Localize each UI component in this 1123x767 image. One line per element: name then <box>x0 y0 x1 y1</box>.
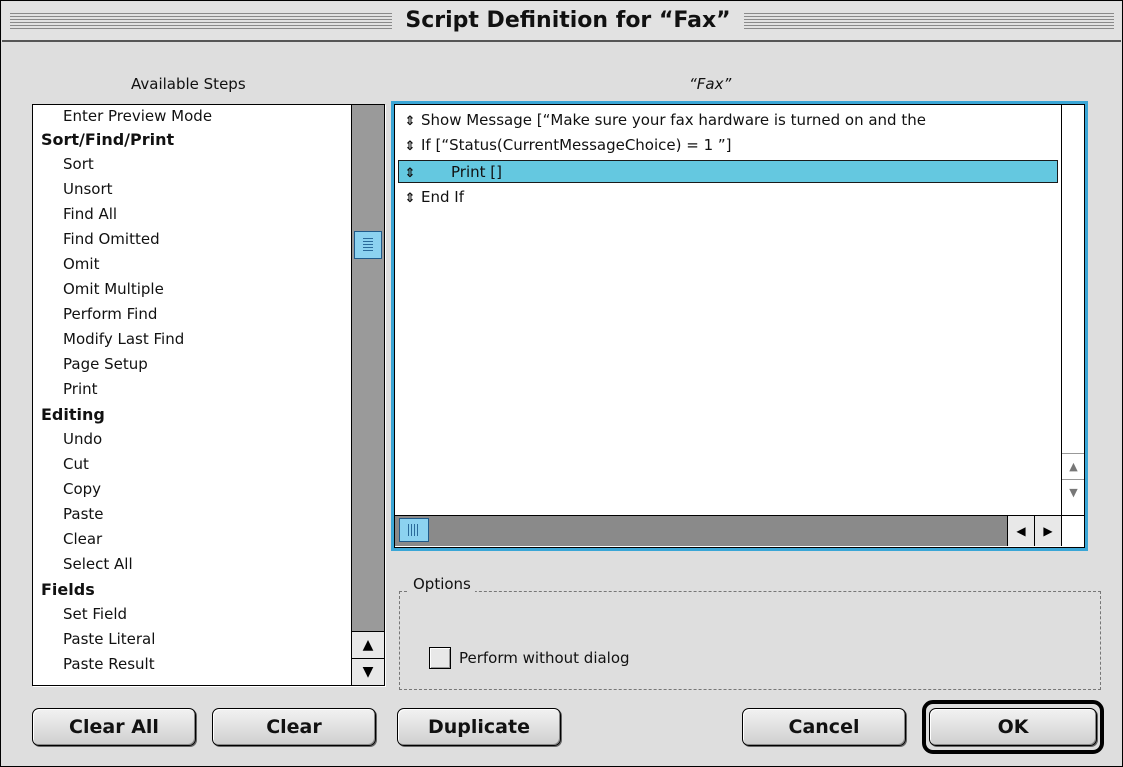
horizontal-scroll-thumb[interactable] <box>399 518 429 542</box>
scroll-up-arrow-icon[interactable]: ▲ <box>1062 453 1084 480</box>
list-item[interactable]: Omit <box>33 252 348 277</box>
list-item[interactable]: Find Omitted <box>33 227 348 252</box>
script-steps-vertical-scrollbar[interactable]: ▲ ▼ <box>1061 105 1084 515</box>
list-item[interactable]: Print <box>33 377 348 402</box>
script-steps-list[interactable]: ⇕ Show Message [“Make sure your fax hardw… <box>394 104 1085 548</box>
clear-button[interactable]: Clear <box>212 708 376 746</box>
script-step-row[interactable]: ⇕ Print [] <box>398 160 1058 183</box>
script-step-row[interactable]: ⇕ If [“Status(CurrentMessageChoice) = 1 ”… <box>399 134 1059 157</box>
list-item[interactable]: Omit Multiple <box>33 277 348 302</box>
perform-without-dialog-checkbox[interactable] <box>429 647 451 669</box>
list-item[interactable]: Enter Preview Mode <box>33 105 348 127</box>
options-legend: Options <box>409 575 475 593</box>
list-item[interactable]: Find All <box>33 202 348 227</box>
clear-all-button[interactable]: Clear All <box>32 708 196 746</box>
ok-button[interactable]: OK <box>929 708 1097 746</box>
list-item[interactable]: Perform Find <box>33 302 348 327</box>
list-item[interactable]: Undo <box>33 427 348 452</box>
perform-without-dialog-option[interactable]: Perform without dialog <box>429 647 630 669</box>
list-item[interactable]: Modify Last Find <box>33 327 348 352</box>
step-category: Fields <box>41 580 95 599</box>
duplicate-button[interactable]: Duplicate <box>397 708 561 746</box>
available-steps-list[interactable]: Enter Preview Mode Sort/Find/Print Sort Uns… <box>32 104 385 686</box>
list-item[interactable]: Select All <box>33 552 348 577</box>
list-item[interactable]: Page Setup <box>33 352 348 377</box>
script-step-row[interactable]: ⇕ Show Message [“Make sure your fax hardw… <box>399 109 1059 132</box>
perform-without-dialog-label: Perform without dialog <box>459 649 630 667</box>
list-item[interactable]: Paste <box>33 502 348 527</box>
scroll-up-arrow-icon[interactable]: ▲ <box>352 631 384 658</box>
drag-handle-icon[interactable]: ⇕ <box>399 187 421 209</box>
script-step-text: Print [] <box>451 163 502 181</box>
drag-handle-icon[interactable]: ⇕ <box>399 162 421 182</box>
scroll-thumb[interactable] <box>354 231 382 259</box>
options-group <box>399 591 1101 690</box>
cancel-button[interactable]: Cancel <box>742 708 906 746</box>
scroll-left-arrow-icon[interactable]: ◀ <box>1007 516 1034 546</box>
list-item[interactable]: Sort <box>33 152 348 177</box>
window-title: Script Definition for “Fax” <box>392 6 744 36</box>
drag-handle-icon[interactable]: ⇕ <box>399 135 421 157</box>
script-definition-dialog: Script Definition for “Fax” Available St… <box>0 0 1123 767</box>
script-steps-horizontal-scrollbar[interactable]: ◀ ▶ <box>395 515 1061 546</box>
script-name-label: “Fax” <box>689 75 732 93</box>
list-item[interactable]: Unsort <box>33 177 348 202</box>
scroll-down-arrow-icon[interactable]: ▼ <box>1062 479 1084 506</box>
script-step-text: If [“Status(CurrentMessageChoice) = 1 ”] <box>421 136 732 154</box>
list-item[interactable]: Paste Result <box>33 652 348 677</box>
script-step-text: Show Message [“Make sure your fax hardwa… <box>421 111 926 129</box>
list-item[interactable]: Cut <box>33 452 348 477</box>
step-category: Editing <box>41 405 105 424</box>
script-step-row[interactable]: ⇕ End If <box>399 186 1059 209</box>
list-item[interactable]: Copy <box>33 477 348 502</box>
scrollbar-corner <box>1061 515 1084 546</box>
step-category: Sort/Find/Print <box>41 130 175 149</box>
title-bar-stripes-left <box>10 13 392 30</box>
available-steps-scrollbar[interactable]: ▲ ▼ <box>351 105 384 685</box>
list-item[interactable]: Clear <box>33 527 348 552</box>
drag-handle-icon[interactable]: ⇕ <box>399 110 421 132</box>
script-steps-focus-ring: ⇕ Show Message [“Make sure your fax hardw… <box>391 101 1088 551</box>
script-step-text: End If <box>421 188 464 206</box>
title-bar-stripes-right <box>744 13 1114 30</box>
scroll-right-arrow-icon[interactable]: ▶ <box>1034 516 1061 546</box>
list-item[interactable]: Paste Literal <box>33 627 348 652</box>
available-steps-items: Enter Preview Mode Sort/Find/Print Sort Uns… <box>33 105 348 677</box>
scroll-down-arrow-icon[interactable]: ▼ <box>352 658 384 685</box>
available-steps-label: Available Steps <box>131 75 246 93</box>
list-item[interactable]: Set Field <box>33 602 348 627</box>
title-bar[interactable]: Script Definition for “Fax” <box>2 2 1121 42</box>
